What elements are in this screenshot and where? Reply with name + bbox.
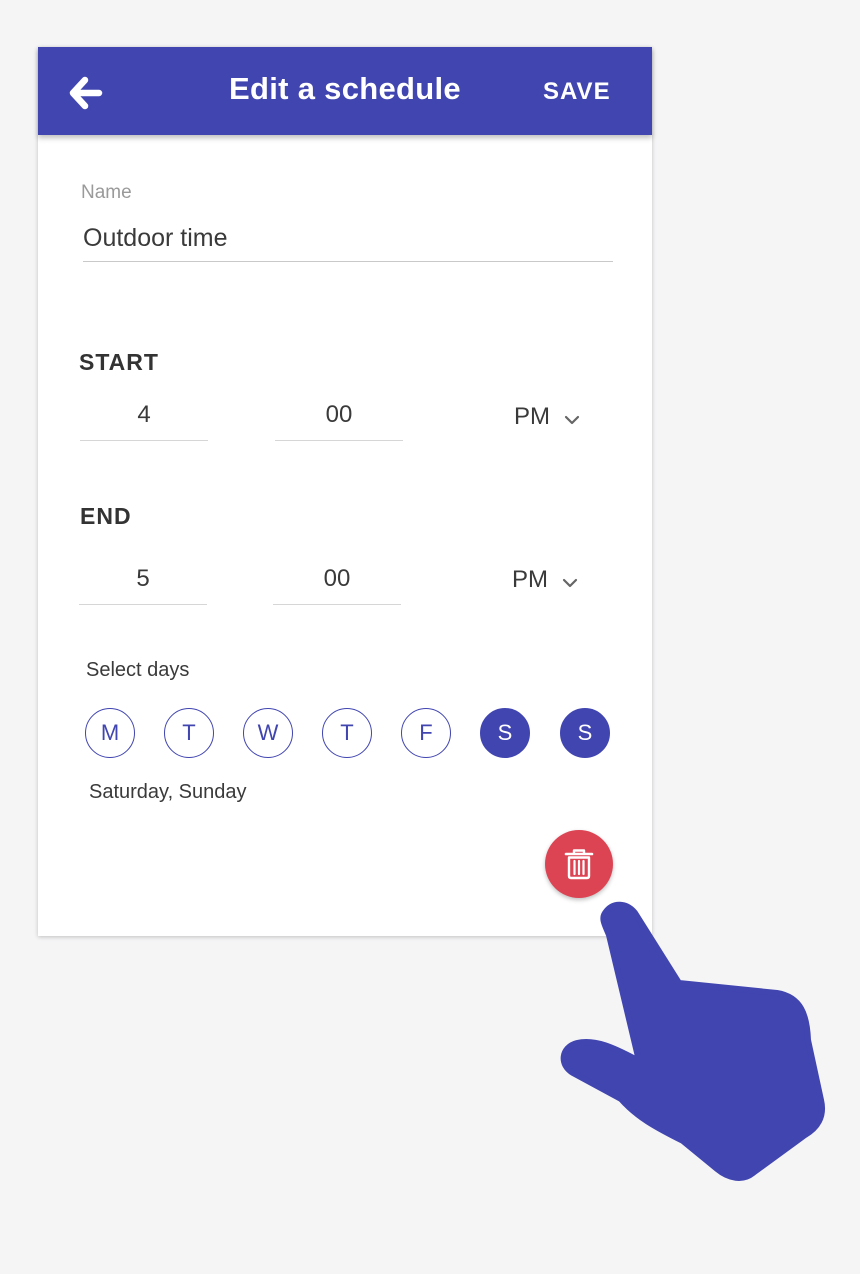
day-toggle-friday[interactable]: F [401, 708, 451, 758]
name-input[interactable] [83, 215, 613, 262]
end-period-select[interactable]: PM [512, 566, 578, 595]
end-hour-field[interactable]: 5 [79, 557, 207, 605]
start-hour-field[interactable]: 4 [80, 393, 208, 441]
selected-days-summary: Saturday, Sunday [89, 781, 247, 803]
day-toggle-thursday[interactable]: T [322, 708, 372, 758]
chevron-down-icon [564, 404, 580, 432]
save-button[interactable]: SAVE [543, 78, 611, 106]
day-toggle-wednesday[interactable]: W [243, 708, 293, 758]
start-heading: START [79, 349, 159, 375]
name-label: Name [81, 182, 132, 203]
trash-icon [564, 849, 594, 880]
day-toggle-saturday[interactable]: S [480, 708, 530, 758]
start-minute-field[interactable]: 00 [275, 393, 403, 441]
day-toggle-tuesday[interactable]: T [164, 708, 214, 758]
pointing-hand-icon [560, 901, 825, 1181]
app-bar: Edit a schedule SAVE [38, 47, 652, 135]
end-period-value: PM [512, 566, 548, 593]
edit-schedule-card: Edit a schedule SAVE Name START 4 00 PM … [38, 47, 652, 936]
chevron-down-icon [562, 567, 578, 595]
select-days-label: Select days [86, 659, 190, 681]
start-period-value: PM [514, 403, 550, 430]
day-toggle-monday[interactable]: M [85, 708, 135, 758]
day-toggle-sunday[interactable]: S [560, 708, 610, 758]
end-heading: END [80, 503, 132, 529]
day-selector: M T W T F S S [85, 708, 615, 758]
delete-button[interactable] [545, 830, 613, 898]
end-minute-field[interactable]: 00 [273, 557, 401, 605]
start-period-select[interactable]: PM [514, 403, 580, 432]
